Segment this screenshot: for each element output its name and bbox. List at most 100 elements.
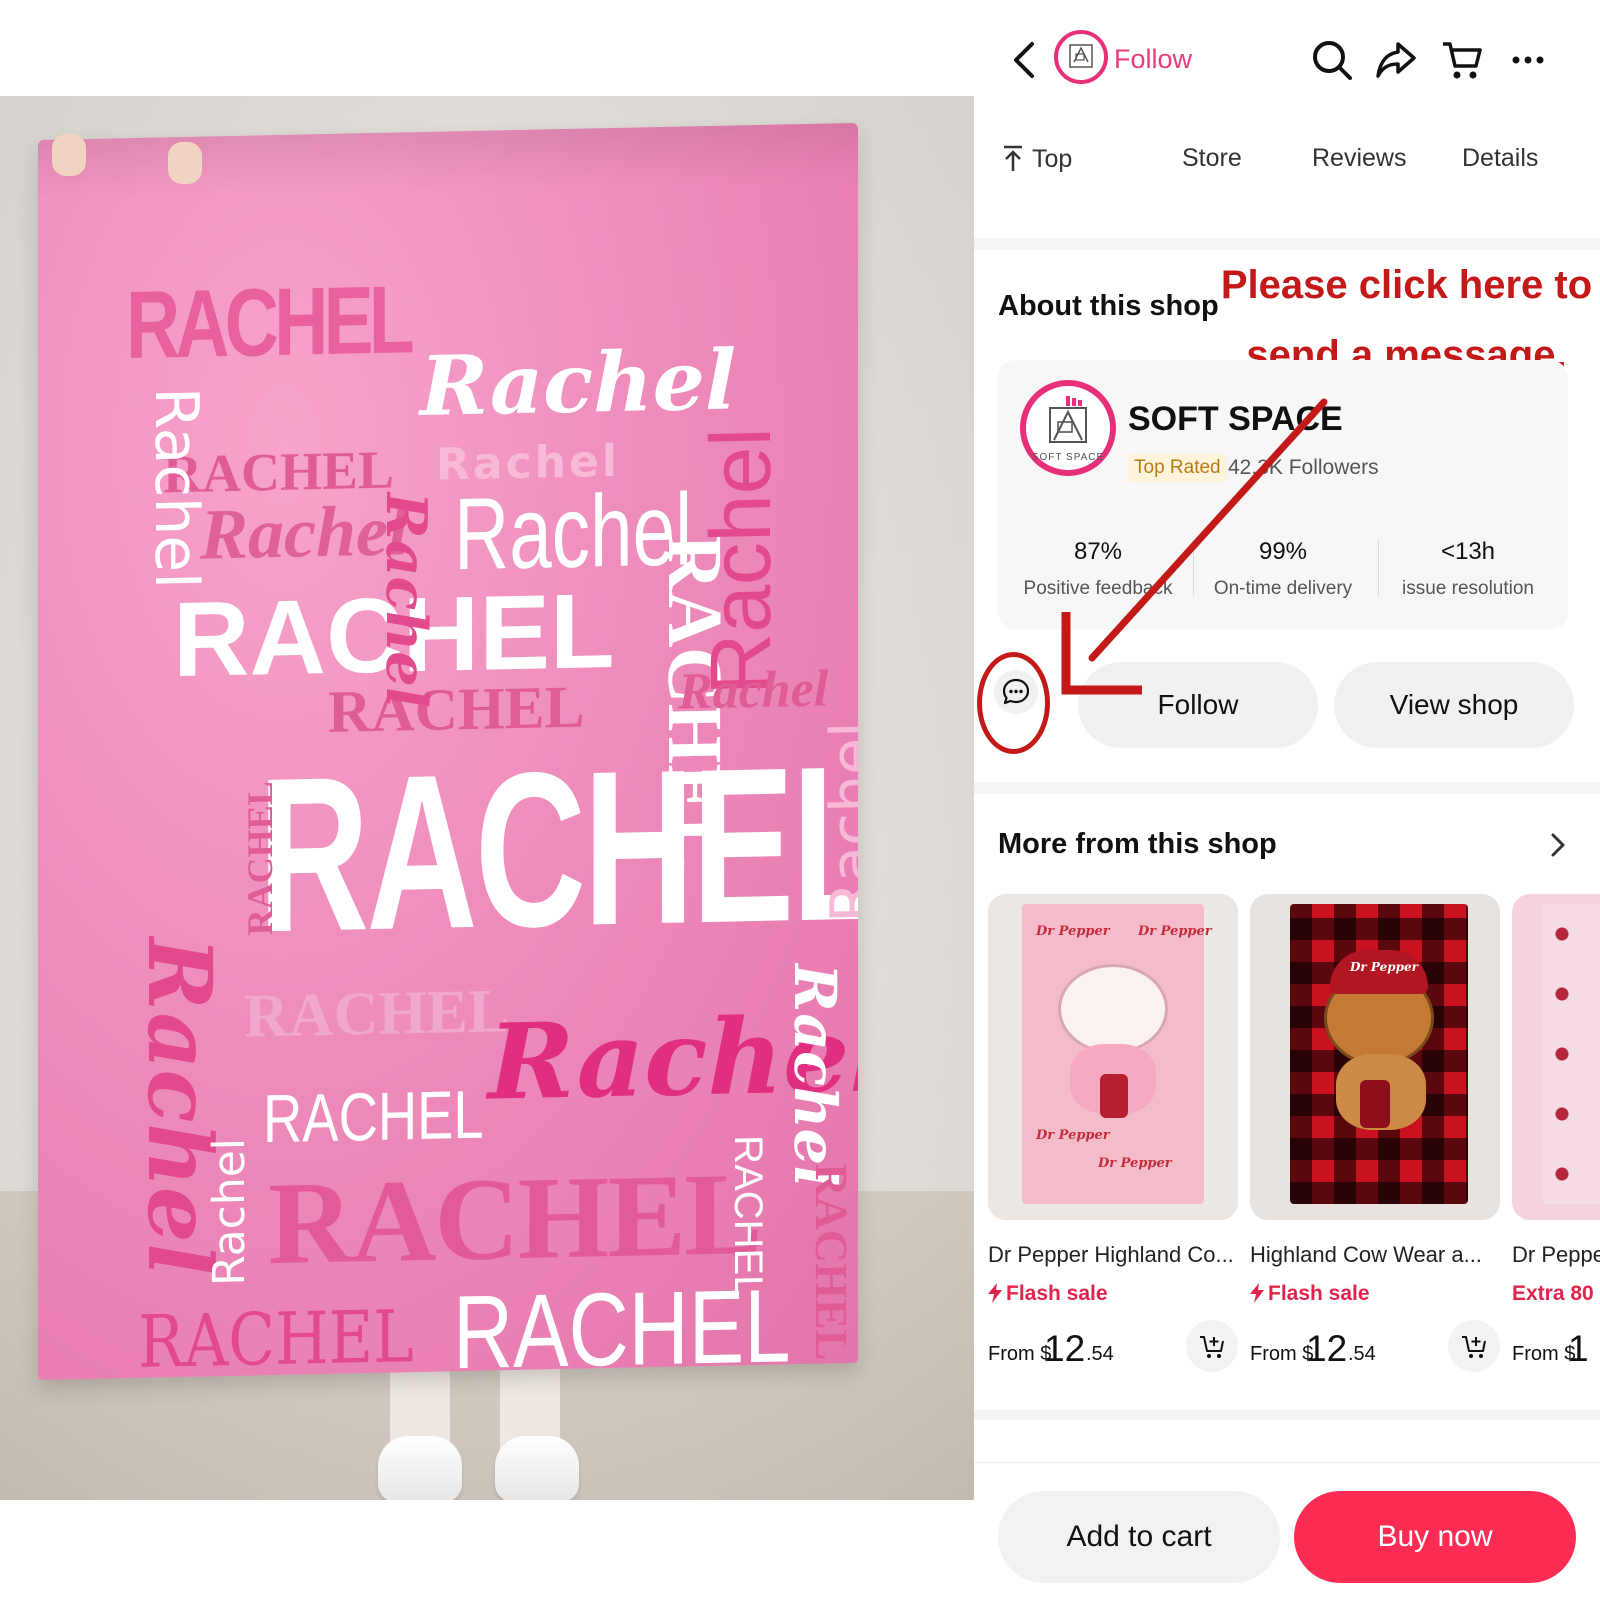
stat-value: <13h: [1440, 538, 1496, 565]
stat-label: Positive feedback: [1023, 578, 1173, 599]
flash-sale-label: Flash sale: [1250, 1282, 1500, 1306]
blanket-word: RACHEL: [258, 719, 858, 979]
shop-logo-text: SOFT SPACE: [1031, 451, 1105, 463]
stat-label: issue resolution: [1401, 578, 1535, 599]
image-text: Dr Pepper: [1036, 1128, 1110, 1143]
top-bar: Follow: [974, 0, 1600, 120]
lightning-icon: [988, 1283, 1002, 1303]
store-logo-icon: [1069, 44, 1093, 68]
product-image[interactable]: [1512, 894, 1600, 1220]
blanket-word: RACHEL: [453, 1268, 791, 1380]
image-text: Dr Pepper: [1098, 1156, 1172, 1171]
add-to-cart-mini-button[interactable]: [1186, 1320, 1238, 1372]
search-icon[interactable]: [1310, 38, 1354, 82]
flash-sale-text: Flash sale: [1006, 1282, 1108, 1305]
view-shop-button[interactable]: View shop: [1334, 662, 1574, 748]
product-title: Dr Pepper Highland Co...: [988, 1242, 1234, 1267]
cart-plus-icon: [1462, 1336, 1486, 1358]
price-integer: 12: [1044, 1328, 1086, 1369]
tab-details[interactable]: Details: [1462, 144, 1538, 173]
shop-card[interactable]: SOFT SPACE SOFT SPACE Top Rated 42.3K Fo…: [998, 360, 1568, 630]
product-card[interactable]: Dr Peppe Extra 80 From $ 1: [1512, 894, 1600, 1372]
header-follow-link[interactable]: Follow: [1114, 44, 1192, 75]
price-prefix: From $: [1512, 1343, 1576, 1365]
store-avatar-small[interactable]: [1054, 30, 1108, 84]
blanket-word: Rachel: [781, 963, 849, 1188]
flash-sale-label: Flash sale: [988, 1282, 1238, 1306]
price-integer: 1: [1568, 1328, 1589, 1369]
blanket-pattern: [1542, 904, 1600, 1204]
image-text: Dr Pepper: [1036, 924, 1110, 939]
promo-text: Extra 80: [1512, 1282, 1594, 1305]
image-text: Dr Pepper: [1138, 924, 1212, 939]
more-icon[interactable]: [1506, 38, 1550, 82]
tab-store[interactable]: Store: [1182, 144, 1242, 173]
product-image[interactable]: Dr Pepper Dr Pepper Dr Pepper Dr Pepper: [988, 894, 1238, 1220]
hand-right: [168, 142, 202, 184]
top-rated-badge: Top Rated: [1128, 454, 1227, 482]
product-card[interactable]: Dr Pepper Highland Cow Wear a... Flash s…: [1250, 894, 1500, 1372]
arrow-up-to-top-icon: [1004, 145, 1022, 171]
blanket-word: RACHEL: [138, 1294, 414, 1380]
product-image[interactable]: Dr Pepper: [1250, 894, 1500, 1220]
shoe-left: [378, 1436, 462, 1500]
stat-label: On-time delivery: [1213, 578, 1353, 599]
hand-left: [52, 134, 86, 176]
message-button[interactable]: [994, 670, 1038, 714]
section-tabs: Top Store Reviews Details: [974, 130, 1600, 190]
promo-label: Extra 80: [1512, 1282, 1600, 1306]
product-photo: RACHEL Rachel RACHEL Rachel Rachel Rache…: [0, 96, 974, 1500]
more-from-shop-title: More from this shop: [998, 828, 1277, 860]
price-row: From $ 1: [1512, 1324, 1600, 1372]
add-to-cart-button[interactable]: Add to cart: [998, 1491, 1280, 1583]
cart-icon[interactable]: [1440, 38, 1484, 82]
stat-positive-feedback: 87% Positive feedback: [1008, 538, 1188, 600]
flash-sale-text: Flash sale: [1268, 1282, 1370, 1305]
price-integer: 12: [1306, 1328, 1348, 1369]
tab-reviews[interactable]: Reviews: [1312, 144, 1406, 173]
blanket-word: Rachel: [141, 386, 211, 590]
blanket-word: RACHEL: [806, 1162, 857, 1361]
blanket-word: Rachel: [373, 491, 439, 709]
name-blanket: RACHEL Rachel RACHEL Rachel Rachel Rache…: [38, 122, 858, 1380]
blanket-word: RACHEL: [244, 977, 510, 1051]
cart-plus-icon: [1200, 1336, 1224, 1358]
store-logo-icon: [1049, 395, 1087, 443]
buy-now-button[interactable]: Buy now: [1294, 1491, 1576, 1583]
share-icon[interactable]: [1374, 38, 1418, 82]
section-divider: [974, 1410, 1600, 1420]
blanket-word: Rachel: [420, 332, 737, 435]
product-detail-panel: Follow Top Store Reviews Details About t…: [974, 0, 1600, 1600]
blanket-word: RACHEL: [126, 266, 410, 380]
product-title: Highland Cow Wear a...: [1250, 1242, 1482, 1267]
stat-on-time-delivery: 99% On-time delivery: [1193, 538, 1373, 600]
follow-button[interactable]: Follow: [1078, 662, 1318, 748]
stat-issue-resolution: <13h issue resolution: [1378, 538, 1558, 600]
tab-top-label: Top: [1032, 145, 1073, 173]
section-divider: [974, 238, 1600, 250]
product-card[interactable]: Dr Pepper Dr Pepper Dr Pepper Dr Pepper …: [988, 894, 1238, 1372]
blanket-word: Rachel: [818, 720, 858, 924]
price-row: From $ 12 .54: [988, 1320, 1238, 1372]
shop-name: SOFT SPACE: [1128, 400, 1343, 438]
soda-can: [1100, 1074, 1128, 1118]
price-cents: .54: [1086, 1343, 1114, 1365]
chevron-left-icon[interactable]: [1004, 38, 1044, 82]
followers-count: 42.3K Followers: [1228, 456, 1379, 479]
price-prefix: From $: [988, 1343, 1052, 1365]
tab-top[interactable]: Top: [1002, 144, 1072, 174]
chevron-right-icon[interactable]: [1548, 830, 1568, 860]
chat-bubble-icon: [1002, 678, 1030, 705]
cow-illustration: [1058, 964, 1168, 1054]
shop-logo[interactable]: SOFT SPACE: [1020, 380, 1116, 476]
price-cents: .54: [1348, 1343, 1376, 1365]
blanket-word: Rachel: [204, 1137, 255, 1287]
blanket-word: RACHEL: [240, 780, 280, 936]
price-row: From $ 12 .54: [1250, 1320, 1500, 1372]
annotation-line-1: Please click here to: [1220, 263, 1593, 307]
section-divider: [974, 782, 1600, 794]
about-shop-title: About this shop: [998, 290, 1219, 322]
add-to-cart-mini-button[interactable]: [1448, 1320, 1500, 1372]
tab-store-label: Store: [1182, 144, 1242, 172]
soda-can: [1360, 1080, 1390, 1128]
